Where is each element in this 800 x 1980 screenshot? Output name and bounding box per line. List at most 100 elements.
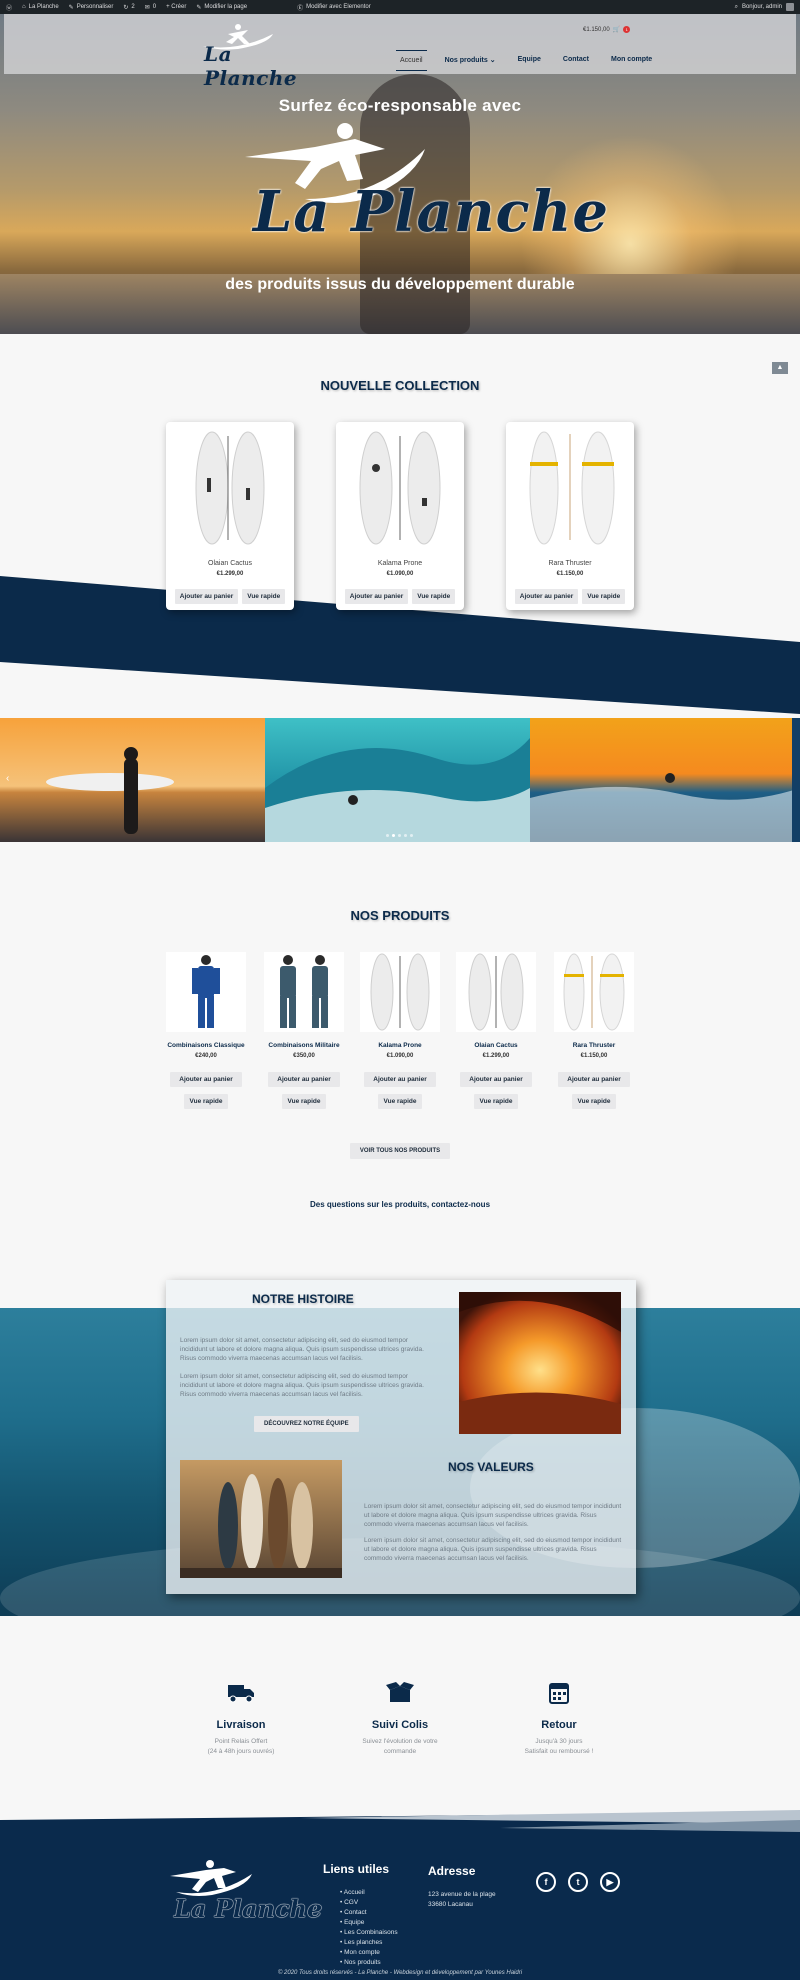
admin-customize-link[interactable]: ✎ Personnaliser	[69, 4, 114, 11]
nav-mon-compte[interactable]: Mon compte	[607, 50, 656, 71]
twitter-icon[interactable]: t	[568, 1872, 588, 1892]
carousel-slide-sunset-surfer	[0, 718, 265, 842]
contact-questions-link[interactable]: Des questions sur les produits, contacte…	[0, 1200, 800, 1209]
quick-view-button[interactable]: Vue rapide	[474, 1094, 518, 1109]
carousel-dot[interactable]	[410, 834, 413, 837]
image-carousel[interactable]: ‹	[0, 718, 800, 842]
quick-view-button[interactable]: Vue rapide	[242, 589, 286, 604]
cart-widget[interactable]: €1.150,00 🛒 1	[583, 26, 631, 33]
carousel-dot[interactable]	[386, 834, 389, 837]
product-name[interactable]: Kalama Prone	[336, 560, 464, 567]
product-price: €1.150,00	[556, 571, 584, 577]
footer-diagonal-stripes	[0, 1810, 800, 1832]
site-logo[interactable]: La Planche	[194, 22, 314, 90]
histoire-wave-photo	[459, 1292, 621, 1434]
feature-title: Livraison	[216, 1719, 266, 1731]
footer-link-accueil[interactable]: Accueil	[340, 1888, 398, 1898]
wp-logo-icon[interactable]: ⓦ	[6, 3, 12, 12]
footer-address: 123 avenue de la plage 33680 Lacanau	[428, 1891, 496, 1908]
product-name[interactable]: Combinaisons Militaire	[254, 1042, 354, 1049]
collection-card[interactable]: Olaian Cactus €1.299,00 Ajouter au panie…	[166, 422, 294, 610]
product-item[interactable]: Rara Thruster €1.150,00 Ajouter au panie…	[554, 952, 634, 1112]
product-name[interactable]: Rara Thruster	[506, 560, 634, 567]
product-item[interactable]: Olaian Cactus €1.299,00 Ajouter au panie…	[456, 952, 536, 1112]
valeurs-paragraph: Lorem ipsum dolor sit amet, consectetur …	[364, 1503, 622, 1528]
scroll-top-button[interactable]: ▲	[772, 362, 788, 374]
add-to-cart-button[interactable]: Ajouter au panier	[174, 589, 239, 604]
add-to-cart-button[interactable]: Ajouter au panier	[344, 589, 409, 604]
footer-link-planches[interactable]: Les planches	[340, 1938, 398, 1948]
product-name[interactable]: Rara Thruster	[544, 1042, 644, 1049]
hero-logo-text: La Planche	[253, 179, 609, 245]
product-name[interactable]: Olaian Cactus	[166, 560, 294, 567]
youtube-icon[interactable]: ▶	[600, 1872, 620, 1892]
product-item[interactable]: Kalama Prone €1.090,00 Ajouter au panier…	[360, 952, 440, 1112]
add-to-cart-button[interactable]: Ajouter au panier	[558, 1072, 630, 1087]
admin-new-link[interactable]: + Créer	[166, 4, 186, 10]
admin-site-link[interactable]: ⌂ La Planche	[22, 4, 59, 10]
valeurs-title: NOS VALEURS	[448, 1460, 534, 1474]
add-to-cart-button[interactable]: Ajouter au panier	[170, 1072, 242, 1087]
product-name[interactable]: Kalama Prone	[350, 1042, 450, 1049]
footer-link-equipe[interactable]: Equipe	[340, 1918, 398, 1928]
carousel-dot[interactable]	[398, 834, 401, 837]
comment-icon: ✉	[144, 4, 150, 11]
add-to-cart-button[interactable]: Ajouter au panier	[268, 1072, 340, 1087]
chevron-down-icon: ⌄	[489, 57, 496, 64]
nav-nos-produits[interactable]: Nos produits ⌄	[441, 50, 500, 71]
quick-view-button[interactable]: Vue rapide	[572, 1094, 616, 1109]
cart-total: €1.150,00	[583, 26, 610, 33]
footer-link-mon-compte[interactable]: Mon compte	[340, 1948, 398, 1958]
admin-account[interactable]: ⌕ Bonjour, admin	[735, 3, 794, 11]
footer-logo-text: La Planche	[174, 1894, 323, 1923]
carousel-slide-sunset-wave	[530, 718, 800, 842]
quick-view-button[interactable]: Vue rapide	[282, 1094, 326, 1109]
wetsuit-image	[166, 952, 246, 1032]
nav-contact[interactable]: Contact	[559, 50, 593, 71]
product-price: €1.299,00	[482, 1053, 510, 1059]
carousel-slide-wave	[265, 718, 530, 842]
admin-elementor-link[interactable]: Ⓔ Modifier avec Elementor	[297, 3, 371, 12]
add-to-cart-button[interactable]: Ajouter au panier	[460, 1072, 532, 1087]
footer-link-cgv[interactable]: CGV	[340, 1898, 398, 1908]
carousel-dot[interactable]	[392, 834, 395, 837]
products-title: NOS PRODUITS	[350, 908, 450, 923]
footer-link-nos-produits[interactable]: Nos produits	[340, 1958, 398, 1968]
product-name[interactable]: Olaian Cactus	[446, 1042, 546, 1049]
add-to-cart-button[interactable]: Ajouter au panier	[364, 1072, 436, 1087]
nav-accueil[interactable]: Accueil	[396, 50, 427, 71]
product-item[interactable]: Combinaisons Classique €240,00 Ajouter a…	[166, 952, 246, 1112]
feature-retour: Retour Jusqu'à 30 jours Satisfait ou remb…	[484, 1682, 634, 1757]
copyright: © 2020 Tous droits réservés - La Planche…	[277, 1970, 523, 1976]
admin-edit-page-link[interactable]: ✎ Modifier la page	[196, 4, 247, 11]
quick-view-button[interactable]: Vue rapide	[378, 1094, 422, 1109]
site-header: La Planche €1.150,00 🛒 1 Accueil Nos pro…	[4, 14, 796, 90]
product-price: €240,00	[195, 1053, 217, 1059]
add-to-cart-button[interactable]: Ajouter au panier	[514, 589, 579, 604]
carousel-dot[interactable]	[404, 834, 407, 837]
collection-card[interactable]: Kalama Prone €1.090,00 Ajouter au panier…	[336, 422, 464, 610]
home-icon: ⌂	[22, 4, 26, 10]
feature-title: Retour	[541, 1719, 577, 1731]
admin-updates-link[interactable]: ↻ 2	[123, 4, 134, 11]
product-name[interactable]: Combinaisons Classique	[156, 1042, 256, 1049]
surfboard-image	[360, 952, 440, 1032]
site-footer: La Planche Liens utiles Accueil CGV Cont…	[0, 1810, 800, 1980]
nav-equipe[interactable]: Equipe	[514, 50, 545, 71]
footer-link-combinaisons[interactable]: Les Combinaisons	[340, 1928, 397, 1938]
quick-view-button[interactable]: Vue rapide	[582, 589, 626, 604]
product-item[interactable]: Combinaisons Militaire €350,00 Ajouter a…	[264, 952, 344, 1112]
discover-team-button[interactable]: DÉCOUVREZ NOTRE ÉQUIPE	[254, 1416, 359, 1432]
carousel-prev-button[interactable]: ‹	[6, 773, 9, 784]
quick-view-button[interactable]: Vue rapide	[184, 1094, 228, 1109]
quick-view-button[interactable]: Vue rapide	[412, 589, 456, 604]
collection-card[interactable]: Rara Thruster €1.150,00 Ajouter au panie…	[506, 422, 634, 610]
footer-link-contact[interactable]: Contact	[340, 1908, 398, 1918]
see-all-products-button[interactable]: VOIR TOUS NOS PRODUITS	[350, 1143, 450, 1159]
histoire-title: NOTRE HISTOIRE	[252, 1292, 354, 1306]
facebook-icon[interactable]: f	[536, 1872, 556, 1892]
search-icon[interactable]: ⌕	[735, 4, 738, 11]
footer-logo[interactable]: La Planche	[166, 1858, 322, 1928]
admin-comments-link[interactable]: ✉ 0	[145, 4, 156, 11]
carousel-dots	[386, 834, 413, 837]
